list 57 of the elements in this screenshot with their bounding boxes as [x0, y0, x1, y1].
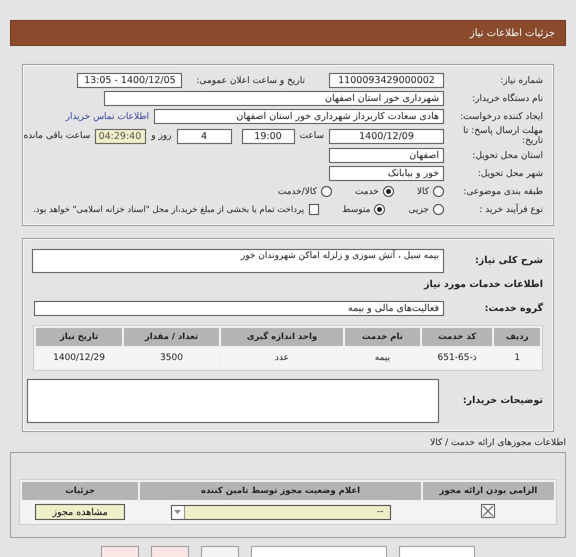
column-header: الزامی بودن ارائه مجوز: [422, 482, 554, 500]
field-label: ساعت: [300, 131, 324, 141]
option-label: کالا: [416, 186, 429, 196]
checkbox[interactable]: [309, 204, 320, 215]
field-label: شماره نیاز:: [499, 74, 543, 86]
option-label: خدمت: [354, 186, 379, 196]
radio-button[interactable]: [374, 204, 386, 215]
option-label: جزیی: [408, 204, 429, 214]
field-label: نام دستگاه خریدار:: [471, 92, 543, 104]
radio-button[interactable]: [382, 186, 394, 197]
field-label: ایجاد کننده درخواست:: [459, 110, 543, 122]
field-label: روز و: [151, 131, 172, 141]
days-field: 4: [176, 128, 232, 144]
column-header: نام خدمت: [345, 328, 420, 346]
option-label: کالا/خدمت: [278, 186, 317, 196]
field-label: نوع فرآیند خرید :: [478, 204, 543, 216]
radio-button[interactable]: [320, 186, 332, 197]
field-label: ساعت باقی مانده: [23, 131, 90, 141]
column-header: ردیف: [494, 328, 540, 346]
buyer-field: شهرداری خور استان اصفهان: [104, 91, 444, 106]
action-button[interactable]: [201, 546, 239, 557]
field-label: شرح کلی نیاز:: [474, 255, 543, 267]
creator-field: هادی سعادت کاربرداز شهرداری خور استان اصفهان: [154, 109, 444, 124]
service-group-field: فعالیت‌های مالی و بیمه: [34, 301, 444, 316]
need-number-field: 1100093429000002: [329, 73, 444, 88]
column-header: اعلام وضعیت مجوز توسط تامین کننده: [140, 482, 421, 500]
contact-link[interactable]: اطلاعات تماس خریدار: [66, 112, 149, 122]
city-field: خور و بیابانک: [329, 166, 444, 181]
column-header: جزئیات: [22, 482, 138, 500]
field-label: شهر محل تحویل:: [476, 168, 543, 180]
action-button[interactable]: [251, 546, 387, 557]
treasury-note: پرداخت تمام یا بخشی از مبلغ خرید،از محل "اسناد خزانه اسلامی" خواهد بود.: [33, 204, 304, 214]
column-header: کد خدمت: [422, 328, 492, 346]
field-label: طبقه بندی موضوعی:: [462, 186, 543, 198]
section-heading: اطلاعات مجوزهای ارائه خدمت / کالا: [429, 438, 566, 448]
deadline-date-field: 1400/12/09: [329, 128, 444, 144]
field-label: گروه خدمت:: [484, 302, 543, 314]
radio-button[interactable]: [433, 186, 444, 197]
section-heading: اطلاعات خدمات مورد نیاز: [422, 279, 543, 290]
field-label: توضیحات خریدار:: [462, 395, 543, 407]
view-permit-button[interactable]: مشاهده مجوز: [35, 504, 126, 520]
status-dropdown[interactable]: --: [170, 504, 391, 520]
summary-field: بیمه سیل ، آتش سوزی و زلزله اماکن شهروندان خور: [32, 249, 444, 273]
option-label: متوسط: [342, 204, 370, 214]
province-field: اصفهان: [329, 148, 444, 163]
remaining-time-field: 04:29:40: [95, 128, 146, 144]
deadline-time-field: 19:00: [242, 128, 294, 144]
field-label: تاریخ و ساعت اعلان عمومی:: [196, 74, 305, 86]
column-header: تاریخ نیاز: [36, 328, 122, 346]
field-label: مهلت ارسال پاسخ: تا تاریخ:: [462, 126, 543, 146]
action-button[interactable]: [399, 546, 475, 557]
column-header: تعداد / مقدار: [124, 328, 219, 346]
announce-date-field: 1400/12/05 - 13:05: [77, 73, 182, 88]
page-title: جزئیات اطلاعات نیاز: [470, 28, 555, 38]
column-header: واحد اندازه گیری: [220, 328, 344, 346]
field-label: استان محل تحویل:: [471, 150, 543, 162]
radio-button[interactable]: [433, 204, 444, 215]
